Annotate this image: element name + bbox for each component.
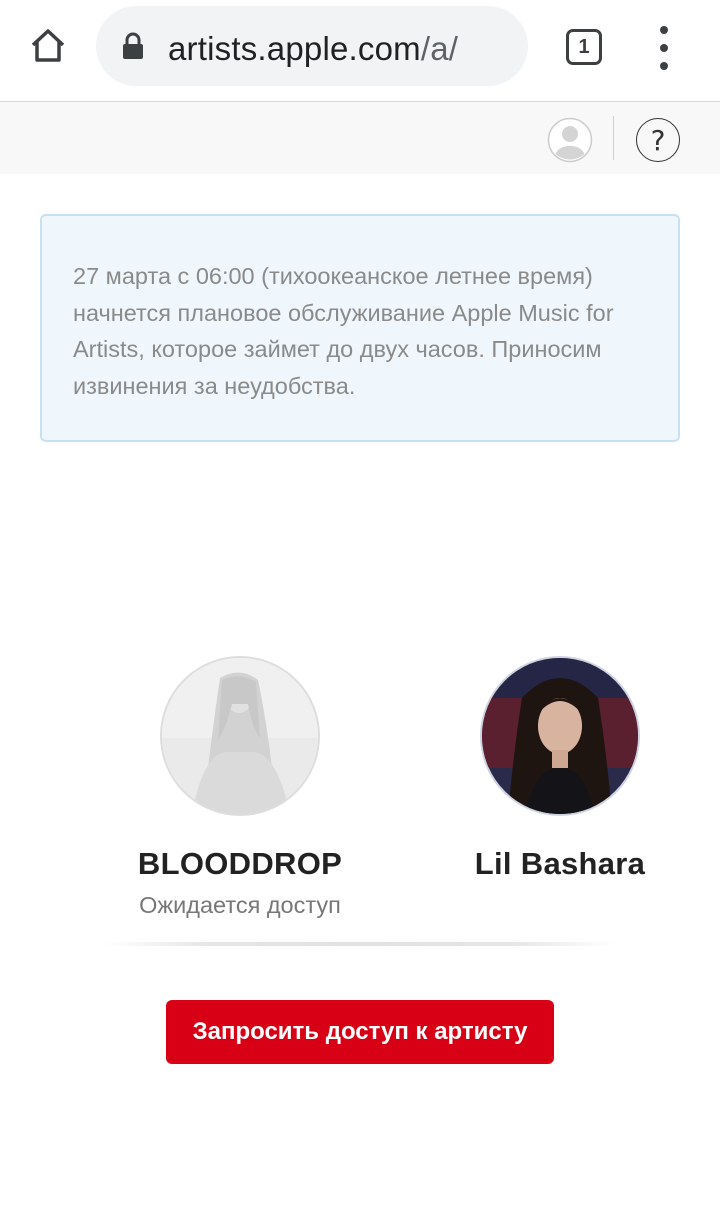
artist-avatar <box>160 656 320 816</box>
kebab-menu-icon <box>660 26 668 34</box>
lock-icon <box>123 32 143 59</box>
header-divider <box>613 116 614 160</box>
artist-photo-bloodrop <box>162 658 318 814</box>
tab-count: 1 <box>578 35 590 58</box>
section-divider <box>104 942 616 946</box>
account-icon[interactable] <box>547 117 593 163</box>
artist-name: BLOODDROP <box>137 846 343 881</box>
artist-name: Lil Bashara <box>474 846 646 881</box>
artist-photo-lil-bashara <box>482 658 638 814</box>
notice-text: 27 марта с 06:00 (тихоокеанское летнее в… <box>73 263 614 399</box>
artist-card[interactable]: BLOODDROP Ожидается доступ <box>120 656 360 919</box>
request-access-button[interactable]: Запросить доступ к артисту <box>166 1000 554 1064</box>
help-button[interactable]: ? <box>636 118 680 162</box>
home-icon <box>31 29 65 62</box>
tab-switcher-button[interactable]: 1 <box>566 29 602 65</box>
maintenance-notice: 27 марта с 06:00 (тихоокеанское летнее в… <box>40 214 680 442</box>
home-button[interactable] <box>22 22 74 70</box>
browser-toolbar: artists.apple.com/a/ 1 <box>0 0 720 102</box>
artist-card[interactable]: Lil Bashara <box>440 656 680 892</box>
help-icon: ? <box>650 123 666 157</box>
url-path: /a/ <box>420 30 459 67</box>
artist-avatar <box>480 656 640 816</box>
url-host: artists.apple.com <box>168 30 421 67</box>
browser-menu-button[interactable] <box>650 26 678 70</box>
url-text: artists.apple.com/a/ <box>168 30 458 68</box>
address-bar[interactable]: artists.apple.com/a/ <box>96 6 528 86</box>
artist-status: Ожидается доступ <box>139 892 341 918</box>
site-header: ? <box>0 102 720 174</box>
